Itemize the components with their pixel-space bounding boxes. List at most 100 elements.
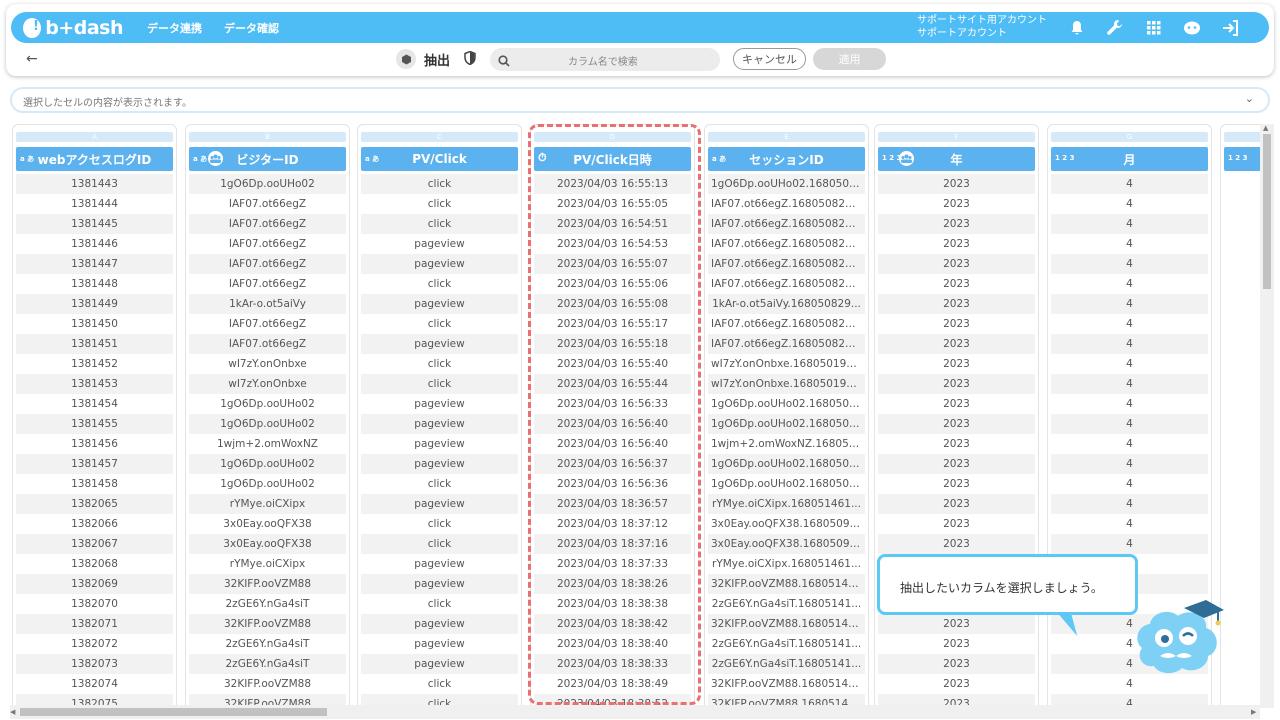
column-e[interactable]: Ea あセッションID 1gO6Dp.ooUHo02.16805064... IAF…	[704, 124, 869, 708]
table-cell[interactable]: 4	[1051, 234, 1208, 254]
table-cell[interactable]: 1381454	[16, 394, 173, 414]
table-cell[interactable]: 3x0Eay.ooQFX38.16805098...	[708, 514, 865, 534]
table-cell[interactable]: pageview	[361, 654, 518, 674]
table-cell[interactable]: 1gO6Dp.ooUHo02	[189, 394, 346, 414]
table-cell[interactable]: pageview	[361, 294, 518, 314]
table-cell[interactable]: 1381448	[16, 274, 173, 294]
column-f[interactable]: F1 2 3 年 2023 2023 2023 2023 2023 2023 2023 2023 2…	[874, 124, 1039, 708]
table-cell[interactable]: 1wjm+2.omWoxNZ.16805084...	[708, 434, 865, 454]
table-cell[interactable]: pageview	[361, 494, 518, 514]
table-cell[interactable]: click	[361, 474, 518, 494]
table-cell[interactable]: 2023/04/03 18:37:16	[534, 534, 691, 554]
table-cell[interactable]: 2023	[878, 454, 1035, 474]
table-cell[interactable]: 1kAr-o.ot5aiVy.168050829...	[708, 294, 865, 314]
table-cell[interactable]: 1381451	[16, 334, 173, 354]
table-cell[interactable]: 1382066	[16, 514, 173, 534]
table-cell[interactable]: 1381450	[16, 314, 173, 334]
table-cell[interactable]: IAF07.ot66egZ.1680508249...	[708, 194, 865, 214]
table-cell[interactable]: 2023	[878, 514, 1035, 534]
table-cell[interactable]: 2023	[878, 474, 1035, 494]
table-cell[interactable]: 1382067	[16, 534, 173, 554]
table-cell[interactable]: 2zGE6Y.nGa4siT.16805141...	[708, 594, 865, 614]
column-letter[interactable]: B	[189, 132, 346, 142]
table-cell[interactable]: 2023	[878, 654, 1035, 674]
table-cell[interactable]: 1381455	[16, 414, 173, 434]
table-cell[interactable]: 2zGE6Y.nGa4siT	[189, 634, 346, 654]
table-cell[interactable]: 2023/04/03 18:38:49	[534, 674, 691, 694]
table-cell[interactable]: 3x0Eay.ooQFX38	[189, 514, 346, 534]
table-cell[interactable]: IAF07.ot66egZ	[189, 194, 346, 214]
table-cell[interactable]: 2023/04/03 16:55:07	[534, 254, 691, 274]
cancel-button[interactable]: キャンセル	[733, 48, 806, 70]
column-letter[interactable]: F	[878, 132, 1035, 142]
table-cell[interactable]: 4	[1051, 274, 1208, 294]
table-cell[interactable]: 4	[1051, 394, 1208, 414]
nav-data-integration[interactable]: データ連携	[147, 20, 202, 36]
table-cell[interactable]: 1381457	[16, 454, 173, 474]
table-cell[interactable]: 2023/04/03 18:38:26	[534, 574, 691, 594]
table-cell[interactable]: 1381445	[16, 214, 173, 234]
column-header[interactable]: a あ セッションID	[708, 147, 865, 171]
column-letter[interactable]: D	[534, 132, 691, 142]
column-d[interactable]: D ⏱ PV/Click日時 2023/04/03 16:55:13 2023/04/0…	[530, 124, 695, 708]
table-cell[interactable]: click	[361, 214, 518, 234]
table-cell[interactable]: 4	[1051, 314, 1208, 334]
shield-icon[interactable]	[464, 50, 476, 69]
logo[interactable]: b+dash	[23, 17, 123, 39]
table-cell[interactable]: 2023/04/03 16:55:40	[534, 354, 691, 374]
table-cell[interactable]: 2023/04/03 16:56:40	[534, 414, 691, 434]
table-cell[interactable]: pageview	[361, 394, 518, 414]
table-cell[interactable]: click	[361, 674, 518, 694]
table-cell[interactable]: rYMye.oiCXipx	[189, 554, 346, 574]
table-cell[interactable]: 4	[1051, 414, 1208, 434]
table-cell[interactable]: 2023/04/03 16:56:37	[534, 454, 691, 474]
bell-icon[interactable]	[1065, 16, 1089, 40]
table-cell[interactable]: 2023/04/03 18:38:40	[534, 634, 691, 654]
table-cell[interactable]: 2023/04/03 18:36:57	[534, 494, 691, 514]
table-cell[interactable]: pageview	[361, 414, 518, 434]
column-a[interactable]: Aa あ webアクセスログID 1381443 1381444 1381445 1381…	[12, 124, 177, 708]
table-cell[interactable]: 4	[1051, 434, 1208, 454]
table-cell[interactable]: 2023	[878, 234, 1035, 254]
table-cell[interactable]: 2zGE6Y.nGa4siT	[189, 654, 346, 674]
table-cell[interactable]: 2023	[878, 334, 1035, 354]
account-info[interactable]: サポートサイト用アカウント サポートアカウント	[917, 14, 1047, 40]
table-cell[interactable]: 32KIFP.ooVZM88	[189, 614, 346, 634]
table-cell[interactable]: click	[361, 514, 518, 534]
table-cell[interactable]: 1382073	[16, 654, 173, 674]
cube-icon[interactable]	[396, 49, 416, 69]
table-cell[interactable]: 3x0Eay.ooQFX38	[189, 534, 346, 554]
table-cell[interactable]: 4	[1051, 174, 1208, 194]
table-cell[interactable]: 1gO6Dp.ooUHo02	[189, 454, 346, 474]
table-cell[interactable]: 1381453	[16, 374, 173, 394]
table-cell[interactable]: 1wjm+2.omWoxNZ	[189, 434, 346, 454]
table-cell[interactable]: click	[361, 274, 518, 294]
table-cell[interactable]: 1382069	[16, 574, 173, 594]
table-cell[interactable]: click	[361, 534, 518, 554]
table-cell[interactable]: wI7zY.onOnbxe	[189, 374, 346, 394]
table-cell[interactable]: IAF07.ot66egZ.1680508249...	[708, 254, 865, 274]
table-cell[interactable]: 2023/04/03 18:37:33	[534, 554, 691, 574]
table-cell[interactable]: IAF07.ot66egZ	[189, 234, 346, 254]
table-cell[interactable]: 1381446	[16, 234, 173, 254]
table-cell[interactable]: 1gO6Dp.ooUHo02	[189, 174, 346, 194]
table-cell[interactable]: 1381449	[16, 294, 173, 314]
table-cell[interactable]: 2023	[878, 534, 1035, 554]
support-icon[interactable]	[1180, 16, 1204, 40]
column-search-input[interactable]: カラム名で検索	[490, 48, 720, 71]
table-cell[interactable]: IAF07.ot66egZ.1680508249...	[708, 214, 865, 234]
table-cell[interactable]: 2023/04/03 18:38:33	[534, 654, 691, 674]
table-cell[interactable]: 2023	[878, 374, 1035, 394]
grid-icon[interactable]	[1142, 16, 1166, 40]
table-cell[interactable]: 1gO6Dp.ooUHo02.16805085...	[708, 394, 865, 414]
table-cell[interactable]: 1gO6Dp.ooUHo02	[189, 474, 346, 494]
table-cell[interactable]: pageview	[361, 614, 518, 634]
column-letter[interactable]: H	[1224, 132, 1260, 142]
wrench-icon[interactable]	[1103, 16, 1127, 40]
table-cell[interactable]: pageview	[361, 554, 518, 574]
table-cell[interactable]: pageview	[361, 574, 518, 594]
table-cell[interactable]: 2zGE6Y.nGa4siT	[189, 594, 346, 614]
horizontal-scrollbar[interactable]: ◀ ▶	[10, 705, 1260, 719]
table-cell[interactable]: 4	[1051, 334, 1208, 354]
table-cell[interactable]: 2023/04/03 18:37:12	[534, 514, 691, 534]
